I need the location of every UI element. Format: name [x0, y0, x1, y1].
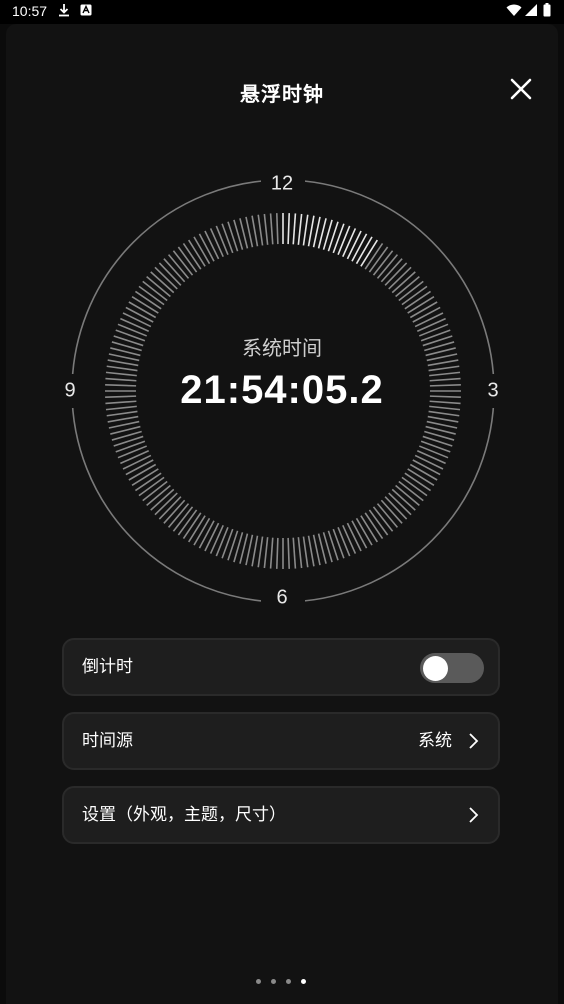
- second-tick: [198, 520, 215, 549]
- page-dot[interactable]: [301, 979, 306, 984]
- second-tick: [292, 213, 297, 245]
- second-tick: [287, 213, 291, 245]
- page-title: 悬浮时钟: [240, 82, 324, 106]
- chevron-right-icon: [466, 806, 480, 824]
- second-tick: [221, 528, 234, 559]
- battery-icon: [543, 3, 551, 21]
- settings-label: 设置（外观，主题，尺寸）: [82, 805, 286, 825]
- second-tick: [351, 233, 368, 262]
- second-tick: [287, 537, 291, 569]
- wifi-icon: [506, 3, 522, 21]
- second-tick: [251, 535, 259, 567]
- chevron-right-icon: [466, 732, 480, 750]
- close-icon: [510, 78, 532, 104]
- second-tick: [122, 312, 152, 328]
- second-tick: [120, 450, 150, 465]
- second-tick: [269, 213, 274, 245]
- second-tick: [412, 459, 441, 476]
- second-tick: [251, 215, 259, 247]
- countdown-label: 倒计时: [82, 657, 133, 677]
- close-button[interactable]: [506, 76, 536, 106]
- second-tick: [209, 228, 224, 258]
- download-icon: [58, 3, 70, 21]
- second-tick: [346, 522, 362, 552]
- page-indicator[interactable]: [256, 979, 316, 987]
- clock-time: 21:54:05.2: [180, 368, 384, 412]
- second-tick: [302, 536, 309, 568]
- second-tick: [297, 537, 303, 569]
- second-tick: [332, 528, 345, 559]
- second-tick: [257, 536, 264, 568]
- time-source-row[interactable]: 时间源 系统: [62, 712, 500, 770]
- second-tick: [204, 230, 220, 260]
- second-tick: [312, 216, 321, 248]
- second-tick: [412, 306, 441, 323]
- settings-row[interactable]: 设置（外观，主题，尺寸）: [62, 786, 500, 844]
- second-tick: [122, 454, 152, 470]
- second-tick: [120, 317, 150, 332]
- second-tick: [263, 213, 269, 245]
- second-tick: [215, 225, 229, 255]
- second-tick: [108, 420, 140, 429]
- second-tick: [307, 215, 315, 247]
- second-tick: [125, 306, 154, 323]
- second-tick: [337, 527, 351, 557]
- second-tick: [337, 225, 351, 255]
- time-source-label: 时间源: [82, 731, 133, 751]
- second-tick: [292, 537, 297, 569]
- second-tick: [198, 233, 215, 262]
- countdown-toggle[interactable]: [420, 653, 484, 683]
- page-dot[interactable]: [271, 979, 276, 984]
- countdown-row[interactable]: 倒计时: [62, 638, 500, 696]
- second-tick: [346, 230, 362, 260]
- second-tick: [351, 520, 368, 549]
- second-tick: [427, 415, 459, 423]
- signal-icon: [525, 3, 538, 21]
- second-tick: [420, 440, 451, 453]
- second-tick: [342, 524, 357, 554]
- second-tick: [332, 223, 345, 254]
- second-tick: [297, 213, 303, 245]
- second-tick: [209, 524, 224, 554]
- second-tick: [416, 317, 446, 332]
- page-dot[interactable]: [286, 979, 291, 984]
- second-tick: [204, 522, 220, 552]
- dial-number-6: 6: [276, 586, 288, 609]
- second-tick: [416, 450, 446, 465]
- dial-number-12: 12: [270, 172, 294, 195]
- toggle-knob: [423, 656, 448, 681]
- second-tick: [414, 454, 444, 470]
- second-tick: [107, 415, 139, 423]
- second-tick: [312, 534, 321, 566]
- second-tick: [221, 223, 234, 254]
- second-tick: [245, 216, 254, 248]
- second-tick: [215, 527, 229, 557]
- second-tick: [245, 534, 254, 566]
- time-source-value: 系统: [418, 731, 452, 751]
- app-notification-icon: [80, 3, 92, 21]
- status-bar: 10:57: [0, 0, 564, 24]
- clock-source-label: 系统时间: [242, 336, 322, 360]
- second-tick: [117, 445, 147, 459]
- second-tick: [302, 214, 309, 246]
- second-tick: [275, 537, 279, 569]
- second-tick: [342, 228, 357, 258]
- second-tick: [419, 445, 449, 459]
- second-tick: [307, 535, 315, 567]
- second-tick: [269, 537, 274, 569]
- second-tick: [257, 214, 264, 246]
- second-tick: [263, 537, 269, 569]
- second-tick: [275, 213, 279, 245]
- status-time: 10:57: [12, 3, 48, 19]
- second-tick: [414, 312, 444, 328]
- second-tick: [115, 440, 146, 453]
- page-dot[interactable]: [256, 979, 261, 984]
- second-tick: [125, 459, 154, 476]
- second-tick: [426, 420, 458, 429]
